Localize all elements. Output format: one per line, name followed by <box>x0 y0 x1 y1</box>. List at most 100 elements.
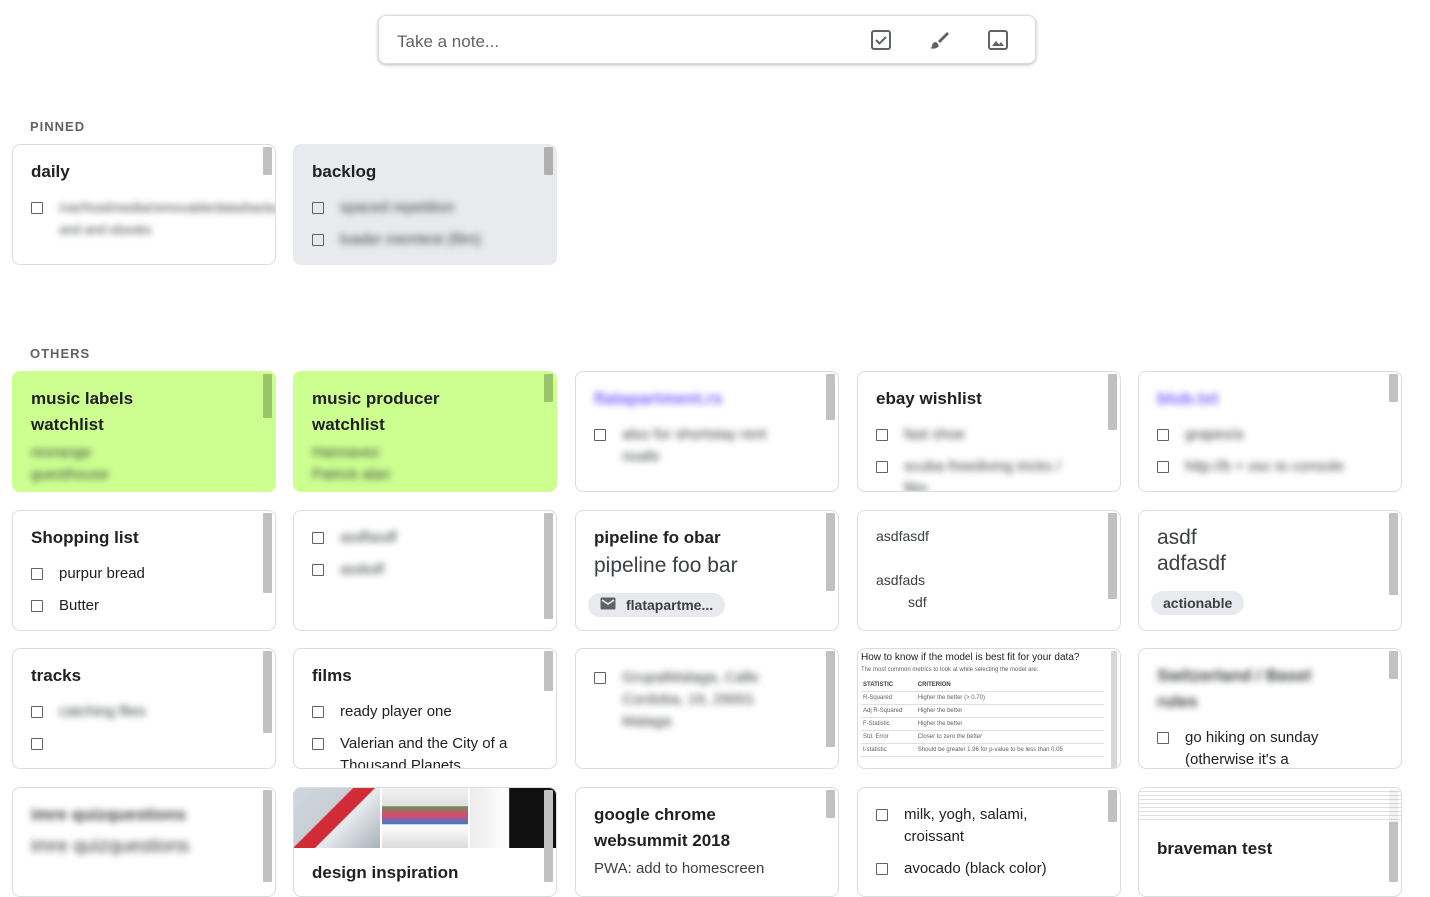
checklist-item[interactable]: avocado (black color) <box>876 858 1102 880</box>
checklist-item[interactable]: Butter <box>31 595 257 617</box>
new-list-checkbox-icon[interactable] <box>869 28 893 52</box>
checkbox[interactable] <box>876 809 888 821</box>
checklist-item[interactable]: Valerian and the City of a Thousand Plan… <box>312 733 538 768</box>
checkbox[interactable] <box>1157 429 1169 441</box>
checklist-item-text: purpur bread <box>59 565 145 582</box>
checkbox[interactable] <box>876 429 888 441</box>
checklist-item[interactable]: go hiking on sunday (otherwise it's a <box>1157 727 1383 768</box>
note-card-blub[interactable]: blub.txt grapes/a http://b + osc to cons… <box>1138 371 1402 492</box>
note-card-address[interactable]: GrupalMalaga, Calle Cordoba, 19, 29001 M… <box>575 648 839 769</box>
checkbox[interactable] <box>312 202 324 214</box>
scrollbar[interactable] <box>1108 513 1117 599</box>
note-card-grocery[interactable]: milk, yogh, salami, croissant avocado (b… <box>857 787 1121 897</box>
checkbox[interactable] <box>312 564 324 576</box>
note-card-backlog[interactable]: backlog spaced repetition loader memtest… <box>293 144 557 265</box>
note-title: music producer watchlist <box>312 389 440 434</box>
screenshot-thumbnail[interactable] <box>1139 788 1401 822</box>
checkbox[interactable] <box>312 532 324 544</box>
checkbox[interactable] <box>312 234 324 246</box>
note-card-braveman[interactable]: braveman test <box>1138 787 1402 897</box>
checklist-item[interactable]: asdfasdf <box>312 527 538 549</box>
checklist-item[interactable]: also for shortstay rent noafe <box>594 424 820 468</box>
checklist-item[interactable]: /var/host/media/removable/data/backup/pr… <box>31 197 275 241</box>
checklist-item[interactable]: asdsdf <box>312 559 538 581</box>
new-drawing-brush-icon[interactable] <box>927 28 951 52</box>
note-card-music-labels[interactable]: music labels watchlist reorange guesthou… <box>12 371 276 492</box>
note-card-switzerland[interactable]: Switzerland / Basel rules go hiking on s… <box>1138 648 1402 769</box>
scrollbar[interactable] <box>826 651 835 747</box>
table-cell: Adj R-Squared <box>861 704 916 718</box>
note-title: tracks <box>31 666 82 685</box>
label-chip-actionable[interactable]: actionable <box>1151 591 1245 615</box>
note-card-asdf-big[interactable]: asdf adfasdf actionable <box>1138 510 1402 631</box>
scrollbar[interactable] <box>1111 651 1117 768</box>
checkbox[interactable] <box>1157 461 1169 473</box>
checkbox[interactable] <box>1157 732 1169 744</box>
email-label-chip[interactable]: flatapartme... <box>588 593 726 617</box>
thumbnail-image[interactable] <box>382 788 468 848</box>
checkbox[interactable] <box>876 461 888 473</box>
scrollbar[interactable] <box>263 147 272 175</box>
note-card-asdfasdf[interactable]: asdfasdf asdfads sdf <box>857 510 1121 631</box>
take-note-bar[interactable]: Take a note... <box>378 15 1036 64</box>
checklist-item-text: scuba freediving tricks / film <box>904 458 1061 492</box>
note-card-google-chrome[interactable]: google chrome websummit 2018 PWA: add to… <box>575 787 839 897</box>
scrollbar[interactable] <box>1389 374 1398 402</box>
note-card-tracks[interactable]: tracks catching flies <box>12 648 276 769</box>
scrollbar[interactable] <box>826 513 835 591</box>
scrollbar[interactable] <box>263 651 272 733</box>
checkbox[interactable] <box>594 429 606 441</box>
scrollbar[interactable] <box>544 513 553 619</box>
checkbox[interactable] <box>31 706 43 718</box>
thumbnail-image[interactable] <box>294 788 380 848</box>
checkbox[interactable] <box>594 672 606 684</box>
note-card-design-inspiration[interactable]: design inspiration <box>293 787 557 897</box>
note-card-asdf-checklist[interactable]: asdfasdf asdsdf <box>293 510 557 631</box>
scrollbar[interactable] <box>263 374 272 418</box>
scrollbar[interactable] <box>1389 513 1398 595</box>
scrollbar[interactable] <box>1108 374 1117 430</box>
checkbox[interactable] <box>31 738 43 750</box>
scrollbar[interactable] <box>544 651 553 691</box>
scrollbar[interactable] <box>263 513 272 593</box>
checklist-item[interactable]: ready player one <box>312 701 538 723</box>
image-thumbnails <box>294 788 556 848</box>
new-image-icon[interactable] <box>986 28 1010 52</box>
scrollbar[interactable] <box>826 790 835 818</box>
note-card-ebay-wishlist[interactable]: ebay wishlist fast shoe scuba freediving… <box>857 371 1121 492</box>
table-cell: Higher the better <box>915 704 1104 718</box>
note-card-imre[interactable]: imre quizquestions imre quizquestions <box>12 787 276 897</box>
scrollbar[interactable] <box>826 374 835 420</box>
scrollbar[interactable] <box>544 790 553 882</box>
checkbox[interactable] <box>312 738 324 750</box>
checkbox[interactable] <box>31 600 43 612</box>
checklist-item[interactable]: fast shoe <box>876 424 1102 446</box>
note-card-flatapartment[interactable]: flatapartment.rs also for shortstay rent… <box>575 371 839 492</box>
note-card-model-fit-image[interactable]: How to know if the model is best fit for… <box>857 648 1121 769</box>
note-card-shopping-list[interactable]: Shopping list purpur bread Butter <box>12 510 276 631</box>
note-card-music-producer[interactable]: music producer watchlist Hannavez Patric… <box>293 371 557 492</box>
scrollbar[interactable] <box>544 374 553 402</box>
scrollbar[interactable] <box>1108 790 1117 822</box>
note-card-daily[interactable]: daily /var/host/media/removable/data/bac… <box>12 144 276 265</box>
checklist-item[interactable]: catching flies <box>31 701 257 723</box>
scrollbar[interactable] <box>544 147 553 175</box>
checklist-item[interactable]: scuba freediving tricks / film <box>876 456 1102 492</box>
scrollbar[interactable] <box>263 790 272 882</box>
checklist-item[interactable]: milk, yogh, salami, croissant <box>876 804 1102 848</box>
take-note-placeholder[interactable]: Take a note... <box>397 32 499 52</box>
checkbox[interactable] <box>876 863 888 875</box>
scrollbar[interactable] <box>1389 651 1398 679</box>
checklist-item[interactable]: loader memtest (film) <box>312 229 538 251</box>
checklist-item[interactable]: spaced repetition <box>312 197 538 219</box>
checklist-item[interactable] <box>31 733 257 750</box>
checkbox[interactable] <box>31 202 43 214</box>
checkbox[interactable] <box>31 568 43 580</box>
checklist-item[interactable]: purpur bread <box>31 563 257 585</box>
note-card-films[interactable]: films ready player one Valerian and the … <box>293 648 557 769</box>
checklist-item[interactable]: http://b + osc to console <box>1157 456 1383 478</box>
note-card-pipeline[interactable]: pipeline fo obar pipeline foo bar flatap… <box>575 510 839 631</box>
checkbox[interactable] <box>312 706 324 718</box>
checklist-item[interactable]: GrupalMalaga, Calle Cordoba, 19, 29001 M… <box>594 667 820 733</box>
checklist-item[interactable]: grapes/a <box>1157 424 1383 446</box>
